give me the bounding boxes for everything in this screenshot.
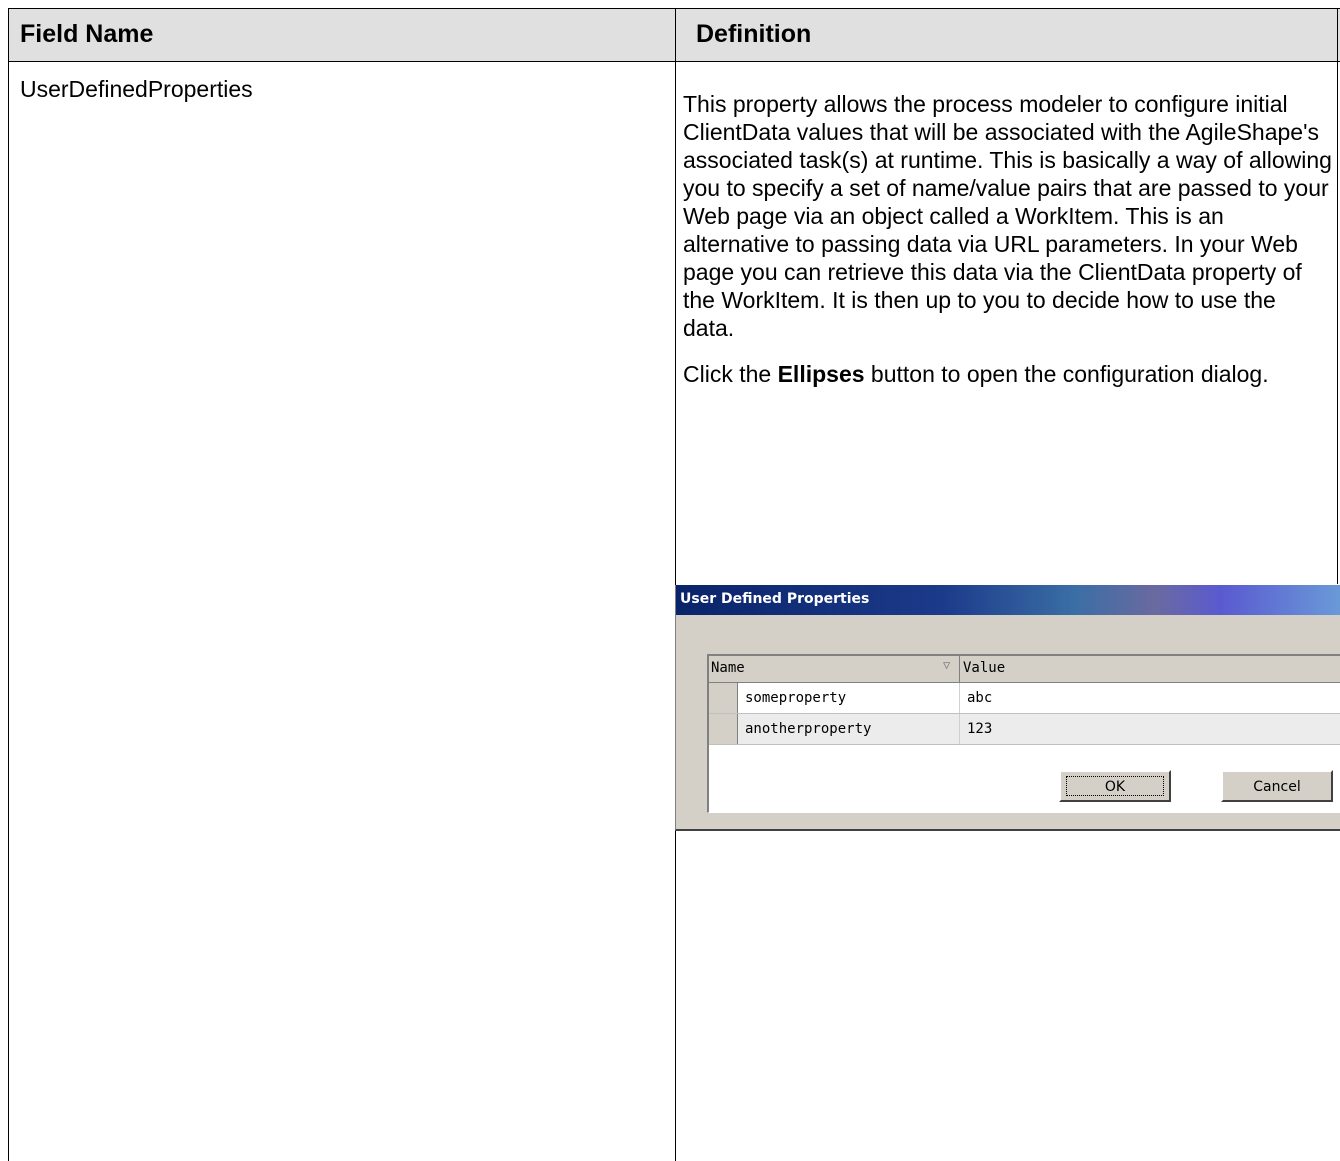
definition-paragraph: This property allows the process modeler… [683,91,1332,341]
focus-rectangle [1066,776,1164,796]
instruction-prefix: Click the [683,361,778,387]
dialog-titlebar[interactable]: User Defined Properties [676,585,1340,615]
cancel-button-label: Cancel [1253,779,1301,795]
property-value-cell[interactable]: abc [967,690,992,706]
row-selector[interactable] [709,714,738,744]
header-definition: Definition [696,20,812,48]
ellipses-term: Ellipses [777,361,865,387]
table-left-border [8,8,9,1161]
table-right-border [1337,8,1338,584]
instruction-suffix: button to open the configuration dialog. [864,361,1269,387]
row-selector[interactable] [709,683,738,713]
definition-instruction: Click the Ellipses button to open the co… [683,360,1333,388]
cancel-button[interactable]: Cancel [1221,770,1333,802]
header-field-name: Field Name [20,20,154,48]
sort-arrow-icon[interactable]: ▽ [943,658,950,672]
ok-button[interactable]: OK [1059,770,1171,802]
column-header-value[interactable]: Value [963,660,1005,676]
dialog-title: User Defined Properties [680,591,870,607]
property-name-cell[interactable]: anotherproperty [745,721,871,737]
property-name-cell[interactable]: someproperty [745,690,846,706]
column-divider[interactable] [959,656,960,682]
definition-cell: This property allows the process modeler… [683,90,1333,406]
column-header-name[interactable]: Name [711,660,745,676]
property-value-cell[interactable]: 123 [967,721,992,737]
cell-divider [959,683,960,713]
user-defined-properties-dialog: User Defined Properties Name ▽ Value som… [675,585,1340,831]
table-row[interactable]: someproperty abc [709,683,1340,714]
grid-header: Name ▽ Value [709,656,1340,683]
table-header-row: Field Name Definition [8,8,1340,62]
table-row[interactable]: anotherproperty 123 [709,714,1340,745]
cell-divider [959,714,960,744]
field-name-cell: UserDefinedProperties [20,76,253,102]
